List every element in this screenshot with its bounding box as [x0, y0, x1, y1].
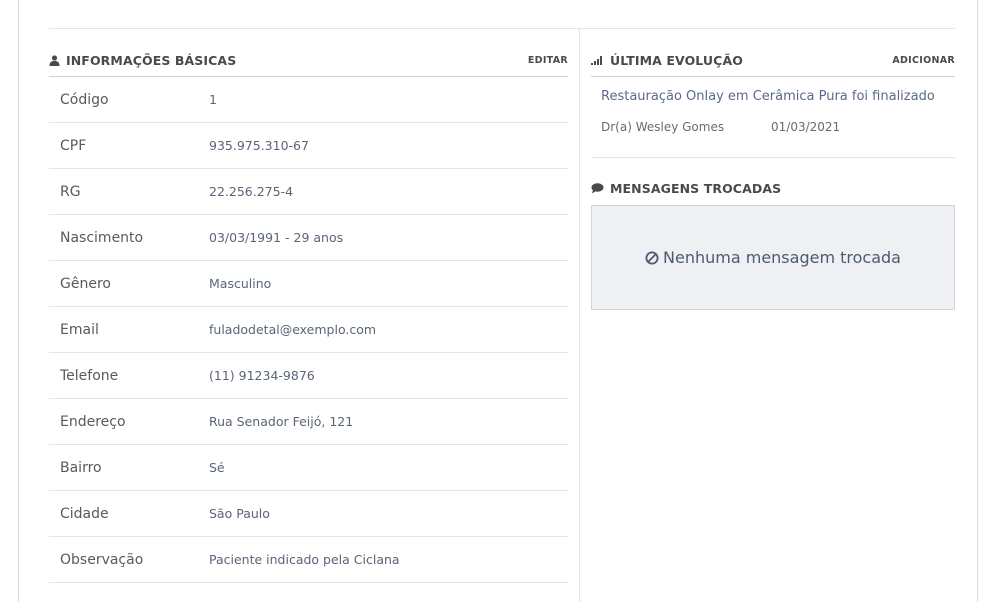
info-value: 1 [209, 92, 217, 107]
user-icon [49, 54, 60, 66]
evolution-item[interactable]: Restauração Onlay em Cerâmica Pura foi f… [591, 77, 955, 158]
info-row: Endereço Rua Senador Feijó, 121 [49, 399, 568, 445]
last-evolution-header: ÚLTIMA EVOLUÇÃO ADICIONAR [591, 44, 955, 77]
info-label: Email [60, 321, 99, 338]
info-row: Código 1 [49, 77, 568, 123]
add-evolution-button[interactable]: ADICIONAR [892, 55, 955, 66]
last-evolution-title-group: ÚLTIMA EVOLUÇÃO [591, 53, 743, 68]
info-label: Observação [60, 551, 144, 568]
frame-right-border [977, 0, 978, 602]
ban-icon [645, 251, 659, 264]
info-row: Bairro Sé [49, 445, 568, 491]
info-label: Endereço [60, 413, 126, 430]
info-label: CPF [60, 137, 87, 154]
info-value: Rua Senador Feijó, 121 [209, 414, 354, 429]
info-value: Masculino [209, 276, 272, 291]
info-row: RG 22.256.275-4 [49, 169, 568, 215]
info-value: fuladodetal@exemplo.com [209, 322, 377, 337]
info-value: São Paulo [209, 506, 270, 521]
edit-button[interactable]: EDITAR [528, 55, 568, 66]
messages-empty-text: Nenhuma mensagem trocada [663, 248, 901, 267]
info-value: Paciente indicado pela Ciclana [209, 552, 400, 567]
basic-info-title: INFORMAÇÕES BÁSICAS [66, 52, 237, 68]
signal-bars-icon [591, 55, 602, 65]
info-label: Telefone [60, 367, 119, 384]
messages-empty-state: Nenhuma mensagem trocada [645, 248, 901, 267]
messages-box: Nenhuma mensagem trocada [591, 205, 955, 310]
info-label: Bairro [60, 459, 102, 476]
info-label: Gênero [60, 275, 111, 292]
info-value: 935.975.310-67 [209, 138, 309, 153]
basic-info-table: Código 1 CPF 935.975.310-67 RG 22.256.275-4 Na… [49, 77, 568, 583]
info-row: Gênero Masculino [49, 261, 568, 307]
evolution-doctor: Dr(a) Wesley Gomes [601, 120, 725, 134]
basic-info-title-group: INFORMAÇÕES BÁSICAS [49, 53, 236, 68]
info-label: Nascimento [60, 229, 144, 246]
last-evolution-title: ÚLTIMA EVOLUÇÃO [610, 52, 743, 68]
info-row: Email fuladodetal@exemplo.com [49, 307, 568, 353]
basic-info-header: INFORMAÇÕES BÁSICAS EDITAR [49, 44, 568, 77]
info-row: Observação Paciente indicado pela Ciclana [49, 537, 568, 583]
info-value: Sé [209, 460, 225, 475]
info-label: RG [60, 183, 81, 200]
top-divider [49, 28, 955, 29]
frame-left-border [18, 0, 19, 602]
info-label: Código [60, 91, 109, 108]
info-label: Cidade [60, 505, 109, 522]
info-value: 03/03/1991 - 29 anos [209, 230, 344, 245]
info-row: Nascimento 03/03/1991 - 29 anos [49, 215, 568, 261]
evolution-date: 01/03/2021 [771, 120, 841, 134]
info-value: 22.256.275-4 [209, 184, 294, 199]
evolution-description: Restauração Onlay em Cerâmica Pura foi f… [601, 89, 935, 104]
messages-header: MENSAGENS TROCADAS [591, 178, 955, 198]
info-row: CPF 935.975.310-67 [49, 123, 568, 169]
info-value: (11) 91234-9876 [209, 368, 315, 383]
comment-icon [591, 182, 604, 193]
messages-title: MENSAGENS TROCADAS [610, 180, 782, 196]
info-row: Cidade São Paulo [49, 491, 568, 537]
info-row: Telefone (11) 91234-9876 [49, 353, 568, 399]
column-divider [579, 29, 580, 602]
